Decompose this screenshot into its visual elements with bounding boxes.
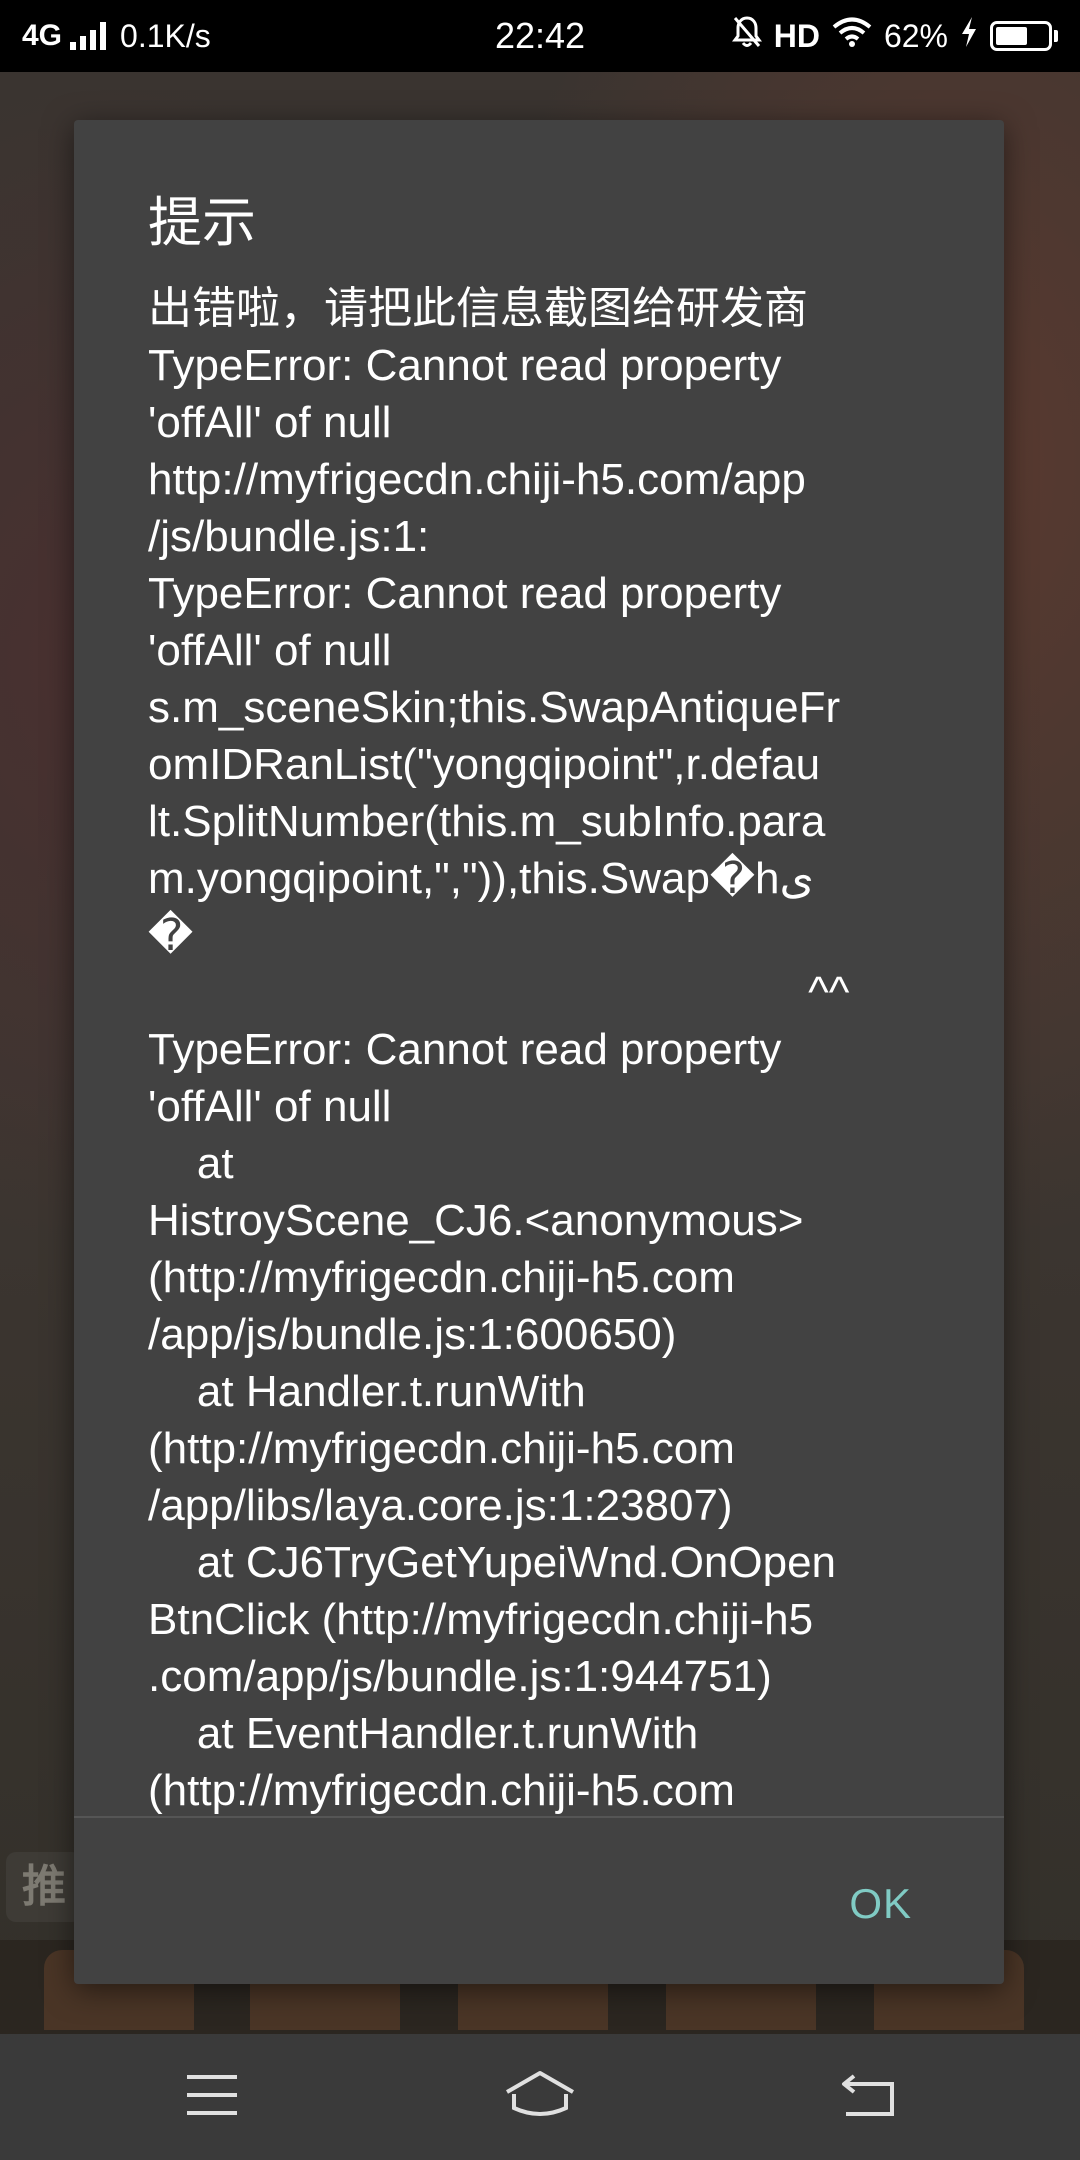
battery-icon — [990, 21, 1052, 51]
dialog-message-line: /js/bundle.js:1: — [148, 512, 430, 561]
dialog-message-line: � — [148, 911, 194, 960]
dialog-message-line: (http://myfrigecdn.chiji-h5.com — [148, 1766, 735, 1815]
battery-percent: 62% — [883, 17, 948, 54]
dialog-message-line: s.m_sceneSkin;this.SwapAntiqueFr — [148, 683, 841, 732]
wifi-icon — [832, 16, 872, 57]
dialog-message-line: HistroyScene_CJ6.<anonymous> — [148, 1196, 804, 1245]
home-button[interactable] — [460, 2034, 620, 2160]
error-dialog: 提示 出错啦，请把此信息截图给研发商 TypeError: Cannot read… — [74, 120, 1004, 1984]
ok-button[interactable]: OK — [849, 1880, 912, 1928]
network-speed: 0.1K/s — [120, 17, 211, 54]
dialog-message-line: TypeError: Cannot read property — [148, 569, 782, 618]
home-icon — [504, 2070, 576, 2125]
navigation-bar — [0, 2034, 1080, 2160]
dialog-message-line: at EventHandler.t.runWith — [148, 1709, 699, 1758]
network-type: 4G — [22, 19, 63, 52]
dialog-message-line: (http://myfrigecdn.chiji-h5.com — [148, 1424, 735, 1473]
background-badge: 推 — [6, 1852, 82, 1922]
dialog-message-line: 出错啦，请把此信息截图给研发商 — [148, 284, 808, 333]
dialog-message-line: at CJ6TryGetYupeiWnd.OnOpen — [148, 1538, 837, 1587]
menu-button[interactable] — [132, 2034, 292, 2160]
status-bar: 4G 0.1K/s 22:42 HD 62% — [0, 0, 1080, 72]
lightning-icon — [960, 16, 978, 57]
dialog-message-line: (http://myfrigecdn.chiji-h5.com — [148, 1253, 735, 1302]
back-button[interactable] — [788, 2034, 948, 2160]
dialog-message-line: /app/libs/laya.core.js:1:23807) — [148, 1481, 733, 1530]
dialog-message-line: lt.SplitNumber(this.m_subInfo.para — [148, 797, 826, 846]
dialog-message-line: http://myfrigecdn.chiji-h5.com/app — [148, 455, 806, 504]
dialog-title: 提示 — [148, 191, 256, 254]
dialog-message-line: .com/app/js/bundle.js:1:944751) — [148, 1652, 772, 1701]
dialog-message-line: 'offAll' of null — [148, 626, 392, 675]
hd-indicator: HD — [773, 17, 820, 54]
status-left-group: 4G 0.1K/s — [22, 0, 211, 72]
dialog-message-line: TypeError: Cannot read property — [148, 341, 782, 390]
dialog-message-line: m.yongqipoint,",")),this.Swap�hى — [148, 854, 814, 903]
dialog-divider — [74, 1816, 1004, 1818]
signal-bars-icon — [70, 22, 107, 50]
menu-icon — [185, 2073, 239, 2122]
dialog-message-line: omIDRanList("yongqipoint",r.defau — [148, 740, 821, 789]
battery-level-fill — [996, 27, 1027, 45]
dialog-message-line: at — [148, 1139, 234, 1188]
status-right-group: HD 62% — [731, 0, 1058, 72]
dialog-message-line: BtnClick (http://myfrigecdn.chiji-h5 — [148, 1595, 814, 1644]
battery-tip — [1054, 30, 1058, 42]
dialog-message-line: ^^ — [148, 968, 850, 1017]
bell-off-icon — [731, 15, 762, 58]
back-icon — [840, 2072, 896, 2123]
dialog-message-line: /app/js/bundle.js:1:600650) — [148, 1310, 677, 1359]
dialog-message-line: 'offAll' of null — [148, 398, 392, 447]
dialog-message-line: TypeError: Cannot read property — [148, 1025, 782, 1074]
dialog-message-line: at Handler.t.runWith — [148, 1367, 586, 1416]
dialog-message-line: 'offAll' of null — [148, 1082, 392, 1131]
dialog-message[interactable]: 出错啦，请把此信息截图给研发商 TypeError: Cannot read pr… — [148, 280, 938, 1932]
